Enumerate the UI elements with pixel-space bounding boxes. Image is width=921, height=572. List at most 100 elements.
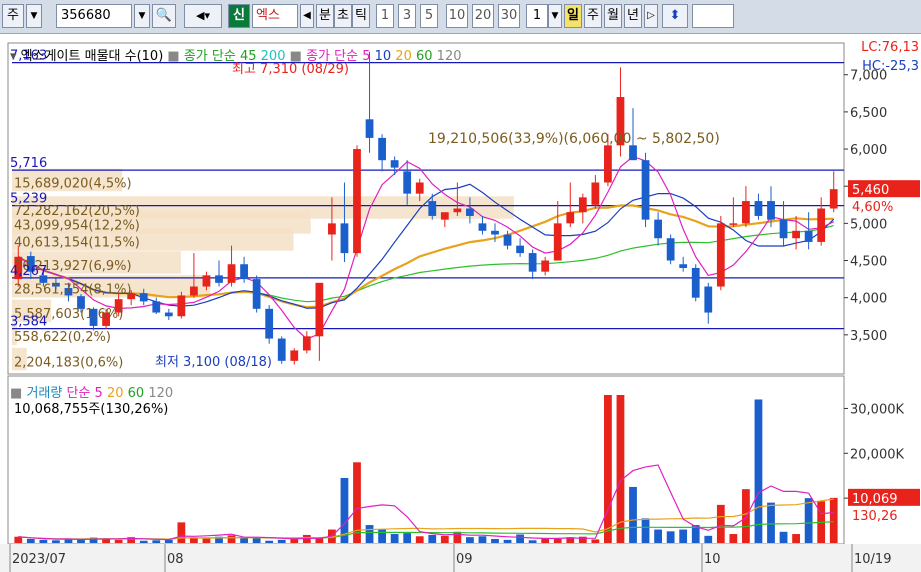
num-10[interactable]: 10 bbox=[446, 4, 468, 28]
num-30[interactable]: 30 bbox=[498, 4, 520, 28]
code-input[interactable]: 356680 bbox=[56, 4, 132, 28]
volume-profile-label: 40,613,154(11,5%) bbox=[14, 236, 140, 251]
toolbar: 주 ▼ 356680 ▼ 🔍 ◀▾ 신 엑스 ◀ 분 초 틱 1 3 5 10 … bbox=[0, 0, 921, 34]
current-price-label: 5,460 bbox=[852, 183, 889, 198]
volume-bar bbox=[478, 536, 487, 543]
blank-field[interactable] bbox=[692, 4, 734, 28]
volume-bar bbox=[252, 538, 261, 543]
unit-input[interactable]: 1 bbox=[526, 4, 548, 28]
range-annotation: 19,210,506(33,9%)(6,060,00 ~ 5,802,50) bbox=[428, 131, 720, 147]
legend-ma10: 10 bbox=[374, 49, 392, 64]
market-select[interactable]: 주 bbox=[2, 4, 24, 28]
candle-body bbox=[315, 282, 324, 337]
volume-bar bbox=[415, 536, 424, 543]
candle-body bbox=[302, 336, 311, 351]
candle-body bbox=[277, 338, 286, 361]
candle-body bbox=[440, 212, 449, 220]
volume-bar bbox=[767, 502, 775, 543]
volume-title: 거래량 bbox=[26, 386, 63, 401]
legend-ma5: 5 bbox=[362, 49, 371, 64]
volume-bar bbox=[742, 489, 750, 543]
volume-bar bbox=[139, 540, 148, 543]
candle-body bbox=[353, 149, 361, 254]
volume-bar bbox=[604, 395, 612, 543]
chart-canvas[interactable]: 3,5004,0004,5005,0005,5006,0006,5007,000… bbox=[0, 33, 921, 572]
volume-bar bbox=[114, 539, 123, 543]
period-minute[interactable]: 분 bbox=[316, 4, 334, 28]
candle-body bbox=[491, 230, 499, 235]
tab-month[interactable]: 월 bbox=[604, 4, 622, 28]
volume-bar bbox=[202, 538, 211, 543]
candle-body bbox=[641, 160, 650, 220]
period-tick[interactable]: 틱 bbox=[352, 4, 370, 28]
candle-body bbox=[829, 189, 838, 209]
search-icon[interactable]: 🔍 bbox=[152, 4, 176, 28]
candle-body bbox=[415, 182, 424, 194]
updown-arrow-icon[interactable]: ⬍ bbox=[662, 4, 688, 28]
support-line-label: 5,716 bbox=[10, 156, 47, 171]
candle-body bbox=[754, 201, 763, 216]
volume-bar bbox=[428, 534, 437, 543]
candle-body bbox=[139, 293, 148, 302]
candle-body bbox=[767, 201, 775, 220]
volume-tick-label: 30,000K bbox=[850, 402, 904, 417]
volume-bar bbox=[378, 529, 386, 543]
volume-bar bbox=[390, 534, 399, 543]
volume-ma120: 120 bbox=[148, 386, 174, 401]
candle-body bbox=[779, 219, 788, 239]
num-1[interactable]: 1 bbox=[376, 4, 394, 28]
volume-bar bbox=[516, 534, 524, 543]
num-3[interactable]: 3 bbox=[398, 4, 416, 28]
volume-bar bbox=[14, 536, 23, 543]
candle-body bbox=[164, 312, 173, 317]
volume-ma-label: 단순 bbox=[66, 386, 91, 401]
market-dropdown-icon[interactable]: ▼ bbox=[26, 4, 42, 28]
candle-body bbox=[817, 208, 826, 242]
period-second[interactable]: 초 bbox=[334, 4, 352, 28]
volume-bar bbox=[503, 539, 512, 543]
tab-week[interactable]: 주 bbox=[584, 4, 602, 28]
speaker-icon[interactable]: ◀▾ bbox=[184, 4, 222, 28]
prev-arrow-icon[interactable]: ◀ bbox=[300, 4, 314, 28]
candle-body bbox=[553, 223, 562, 261]
current-volume-label: 10,069 bbox=[852, 492, 898, 507]
tab-year[interactable]: 년 bbox=[624, 4, 642, 28]
volume-tick-label: 20,000K bbox=[850, 447, 904, 462]
current-volume-pct: 130,26 bbox=[852, 509, 898, 524]
volume-bar bbox=[26, 538, 35, 543]
candle-body bbox=[566, 212, 575, 224]
volume-bar bbox=[779, 531, 788, 543]
tab-day[interactable]: 일 bbox=[564, 4, 582, 28]
volume-bar bbox=[616, 395, 625, 543]
x-tick-label: 09 bbox=[456, 552, 473, 567]
unit-dropdown-icon[interactable]: ▼ bbox=[548, 4, 562, 28]
stock-name: 엑스 bbox=[252, 4, 298, 28]
volume-ma20: 20 bbox=[106, 386, 124, 401]
volume-bar bbox=[792, 534, 800, 543]
high-annotation: 최고 7,310 (08/29) bbox=[232, 62, 350, 77]
volume-bar bbox=[528, 540, 537, 543]
volume-bar bbox=[265, 540, 274, 543]
volume-bar bbox=[453, 531, 462, 543]
next-arrow-icon[interactable]: ▷ bbox=[644, 4, 658, 28]
num-20[interactable]: 20 bbox=[472, 4, 494, 28]
candle-body bbox=[190, 286, 198, 296]
candle-body bbox=[528, 253, 537, 272]
legend-ma20: 20 bbox=[395, 49, 412, 64]
price-tick-label: 5,000 bbox=[850, 217, 887, 232]
legend-square-icon: ■ bbox=[167, 49, 180, 64]
volume-ma60: 60 bbox=[127, 386, 145, 401]
legend-ma-label: 종가 단순 bbox=[183, 49, 236, 64]
num-5[interactable]: 5 bbox=[420, 4, 438, 28]
volume-bar bbox=[440, 535, 449, 543]
volume-profile-label: 15,689,020(4,5%) bbox=[14, 176, 132, 191]
candle-body bbox=[378, 137, 386, 161]
volume-bar bbox=[541, 538, 550, 543]
volume-bar bbox=[829, 497, 838, 543]
code-dropdown-icon[interactable]: ▼ bbox=[134, 4, 150, 28]
support-line-label: 4,267 bbox=[10, 264, 47, 279]
candle-body bbox=[792, 230, 800, 239]
candle-body bbox=[177, 295, 186, 317]
volume-bar bbox=[39, 539, 48, 543]
candle-body bbox=[691, 267, 700, 298]
